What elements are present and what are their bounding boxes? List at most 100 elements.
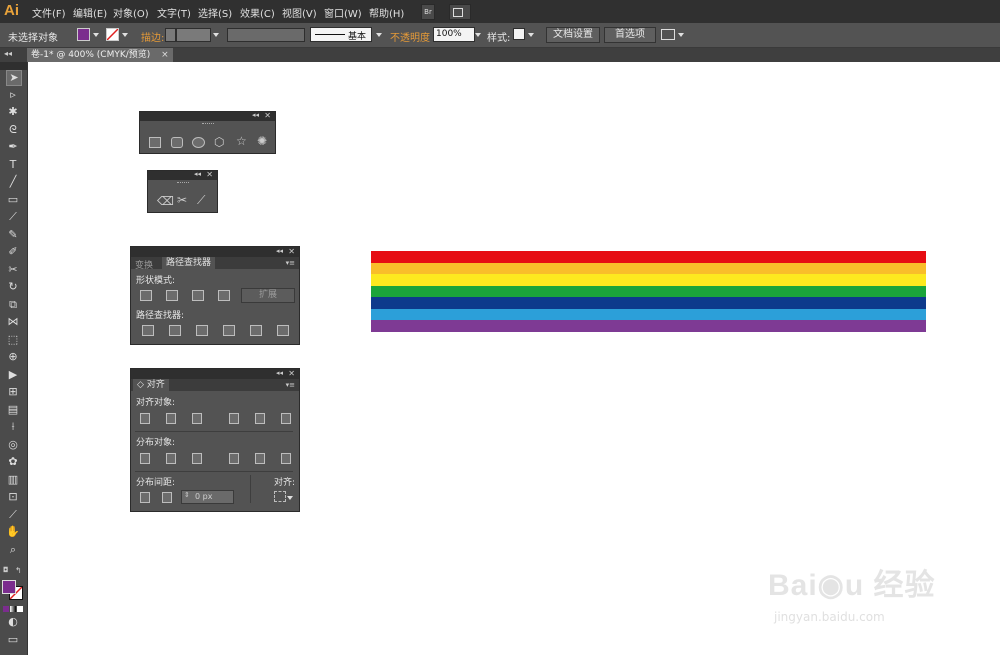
- slice-tool-icon[interactable]: ⟋: [6, 508, 20, 522]
- stroke-weight-dropdown-icon[interactable]: [213, 33, 219, 37]
- blob-brush-tool-icon[interactable]: ✐: [6, 245, 20, 259]
- tab-pathfinder[interactable]: 路径查找器: [162, 257, 216, 269]
- none-mode-icon[interactable]: [17, 606, 23, 612]
- menu-effect[interactable]: 效果(C): [240, 5, 275, 20]
- direct-selection-tool-icon[interactable]: ▹: [6, 88, 20, 102]
- menu-type[interactable]: 文字(T): [157, 5, 191, 20]
- align-vertical-center-icon[interactable]: [255, 413, 265, 424]
- arrange-documents-button[interactable]: [449, 4, 471, 20]
- free-transform-tool-icon[interactable]: ⬚: [6, 333, 20, 347]
- panel-close-icon[interactable]: ✕: [206, 170, 213, 179]
- fill-swatch[interactable]: [77, 28, 90, 41]
- menu-edit[interactable]: 编辑(E): [73, 5, 107, 20]
- panel-menu-icon[interactable]: ▾≡: [286, 381, 295, 389]
- document-setup-button[interactable]: 文档设置: [546, 27, 600, 43]
- panel-close-icon[interactable]: ✕: [264, 111, 271, 120]
- align-left-icon[interactable]: [140, 413, 150, 424]
- width-tool-icon[interactable]: ⋈: [6, 315, 20, 329]
- artboard-tool-icon[interactable]: ⊡: [6, 490, 20, 504]
- gradient-mode-icon[interactable]: [10, 606, 16, 612]
- panel-header[interactable]: ◂◂ ✕: [131, 369, 299, 379]
- align-bottom-icon[interactable]: [281, 413, 291, 424]
- scissors-icon[interactable]: ✂: [177, 193, 187, 207]
- pencil-tool-icon[interactable]: ✎: [6, 228, 20, 242]
- opacity-dropdown-icon[interactable]: [475, 33, 481, 37]
- align-to-dropdown-icon[interactable]: [287, 496, 293, 500]
- panel-header[interactable]: ◂◂ ✕: [131, 247, 299, 257]
- tab-transform[interactable]: 变换: [135, 258, 153, 271]
- panel-collapse-icon[interactable]: ◂◂: [252, 111, 259, 119]
- style-dropdown-icon[interactable]: [528, 33, 534, 37]
- perspective-grid-tool-icon[interactable]: ▶: [6, 368, 20, 382]
- polygon-icon[interactable]: ⬡: [214, 135, 224, 149]
- brush-dropdown-icon[interactable]: [376, 33, 382, 37]
- menu-window[interactable]: 窗口(W): [324, 5, 362, 20]
- transform-icon[interactable]: [661, 29, 675, 40]
- stripe[interactable]: [371, 262, 926, 275]
- default-colors-icon[interactable]: ◘: [3, 566, 9, 574]
- spacing-stepper-icon[interactable]: ⇕: [184, 491, 190, 499]
- rainbow-stripes-artwork[interactable]: [371, 251, 926, 333]
- menu-help[interactable]: 帮助(H): [369, 5, 404, 20]
- distribute-left-icon[interactable]: [229, 453, 239, 464]
- stroke-weight-stepper[interactable]: [165, 28, 176, 42]
- minus-front-icon[interactable]: [166, 290, 178, 301]
- ellipse-icon[interactable]: [192, 137, 205, 148]
- document-tab[interactable]: 卷-1* @ 400% (CMYK/预览) ×: [27, 48, 173, 62]
- rounded-rectangle-icon[interactable]: [171, 137, 183, 148]
- panel-header[interactable]: ◂◂ ✕: [140, 111, 275, 121]
- distribute-right-icon[interactable]: [281, 453, 291, 464]
- collapse-panels-icon[interactable]: ◂◂: [4, 49, 12, 58]
- panel-menu-icon[interactable]: ▾≡: [286, 259, 295, 267]
- star-icon[interactable]: ☆: [236, 134, 247, 148]
- panel-collapse-icon[interactable]: ◂◂: [276, 247, 283, 255]
- type-tool-icon[interactable]: T: [6, 158, 20, 172]
- brush-definition[interactable]: 基本: [310, 27, 372, 42]
- menu-file[interactable]: 文件(F): [32, 5, 66, 20]
- grip-icon[interactable]: [202, 123, 214, 124]
- swap-colors-icon[interactable]: ↰: [15, 566, 22, 575]
- stripe[interactable]: [371, 274, 926, 287]
- magic-wand-tool-icon[interactable]: ✱: [6, 105, 20, 119]
- outline-icon[interactable]: [250, 325, 262, 336]
- eraser-icon[interactable]: ⌫: [157, 194, 174, 208]
- stripe[interactable]: [371, 320, 926, 333]
- align-top-icon[interactable]: [229, 413, 239, 424]
- scale-tool-icon[interactable]: ⧉: [6, 298, 20, 312]
- trim-icon[interactable]: [169, 325, 181, 336]
- intersect-icon[interactable]: [192, 290, 204, 301]
- bridge-button[interactable]: Br: [421, 4, 435, 20]
- grip-icon[interactable]: [177, 182, 189, 183]
- column-graph-tool-icon[interactable]: ▥: [6, 473, 20, 487]
- distribute-vertical-center-icon[interactable]: [166, 453, 176, 464]
- distribute-horizontal-center-icon[interactable]: [255, 453, 265, 464]
- align-right-icon[interactable]: [192, 413, 202, 424]
- distribute-bottom-icon[interactable]: [192, 453, 202, 464]
- tools-panel-header[interactable]: [0, 62, 27, 70]
- exclude-icon[interactable]: [218, 290, 230, 301]
- selection-tool-icon[interactable]: ➤: [6, 70, 22, 86]
- opacity-input[interactable]: 100%: [433, 27, 475, 42]
- line-tool-icon[interactable]: ╱: [6, 175, 20, 189]
- scissors-tool-icon[interactable]: ✂: [6, 263, 20, 277]
- expand-button[interactable]: 扩展: [241, 288, 295, 303]
- opacity-label[interactable]: 不透明度: [390, 29, 430, 44]
- gradient-tool-icon[interactable]: ▤: [6, 403, 20, 417]
- zoom-tool-icon[interactable]: ⌕: [6, 543, 20, 557]
- tab-close-icon[interactable]: ×: [161, 50, 169, 60]
- symbol-sprayer-tool-icon[interactable]: ✿: [6, 455, 20, 469]
- spacing-input[interactable]: ⇕ 0 px: [181, 490, 234, 504]
- pen-tool-icon[interactable]: ✒: [6, 140, 20, 154]
- menu-object[interactable]: 对象(O): [113, 5, 149, 20]
- stroke-weight-input[interactable]: [176, 28, 211, 42]
- minus-back-icon[interactable]: [277, 325, 289, 336]
- stripe[interactable]: [371, 297, 926, 310]
- mesh-tool-icon[interactable]: ⊞: [6, 385, 20, 399]
- shape-builder-tool-icon[interactable]: ⊕: [6, 350, 20, 364]
- color-mode-icon[interactable]: [3, 606, 9, 612]
- vertical-distribute-space-icon[interactable]: [140, 492, 150, 503]
- stroke-swatch[interactable]: [106, 28, 119, 41]
- panel-close-icon[interactable]: ✕: [288, 247, 295, 256]
- panel-close-icon[interactable]: ✕: [288, 369, 295, 378]
- stroke-label[interactable]: 描边:: [141, 29, 164, 44]
